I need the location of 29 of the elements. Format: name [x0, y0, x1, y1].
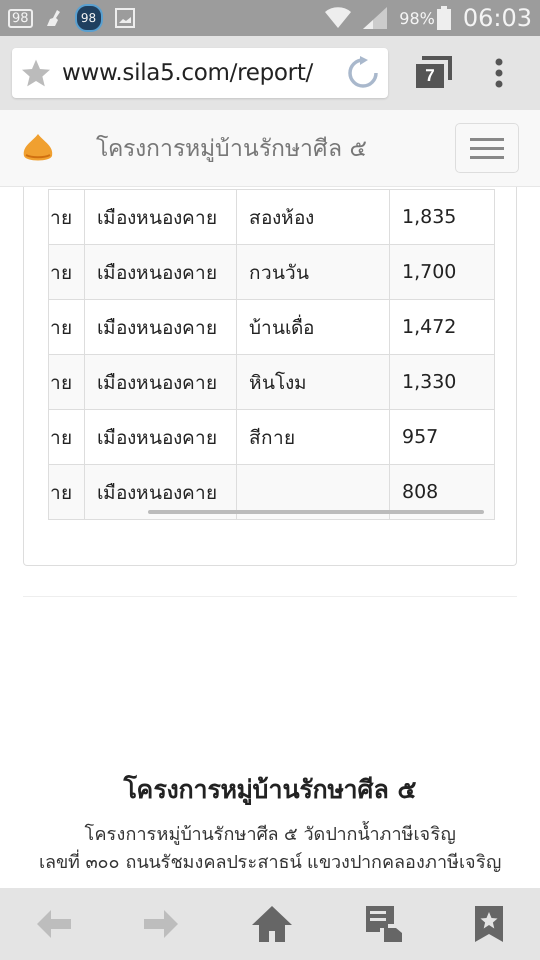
bookmarks-button[interactable]	[475, 906, 504, 942]
home-icon	[252, 906, 292, 942]
battery-icon	[436, 6, 451, 30]
forward-icon	[144, 910, 178, 938]
url-field[interactable]: www.sila5.com/report/	[12, 48, 388, 98]
bookmark-star-icon	[475, 906, 504, 942]
table-cell: าย	[48, 190, 84, 244]
table-cell: าย	[48, 464, 84, 520]
notification-badge: 98	[74, 4, 103, 32]
notification-badge: 98	[8, 8, 33, 28]
site-title: โครงการหมู่บ้านรักษาศีล ๕	[96, 134, 368, 164]
signal-icon	[363, 7, 388, 29]
footer-address: โครงการหมู่บ้านรักษาศีล ๕ วัดปากน้ำภาษีเจริญ	[84, 821, 456, 849]
back-icon	[36, 910, 71, 938]
clock-time: 06:03	[462, 4, 532, 32]
image-icon	[114, 8, 135, 28]
broom-icon	[44, 9, 63, 27]
home-button[interactable]	[252, 906, 292, 942]
battery-percent: 98%	[399, 8, 435, 28]
reload-icon	[346, 56, 380, 90]
reader-button[interactable]	[366, 906, 402, 942]
more-options-icon[interactable]	[494, 58, 504, 88]
logo-icon	[22, 134, 54, 162]
reader-icon	[366, 906, 402, 942]
wifi-icon	[325, 6, 352, 30]
footer-title: โครงการหมู่บ้านรักษาศีล ๕	[124, 774, 416, 807]
star-icon	[20, 57, 52, 89]
footer-address: เลขที่ ๓๐๐ ถนนรัชมงคลประสาธน์ แขวงปากคลองภาษีเจริญ	[38, 849, 502, 877]
menu-button[interactable]	[455, 123, 519, 173]
